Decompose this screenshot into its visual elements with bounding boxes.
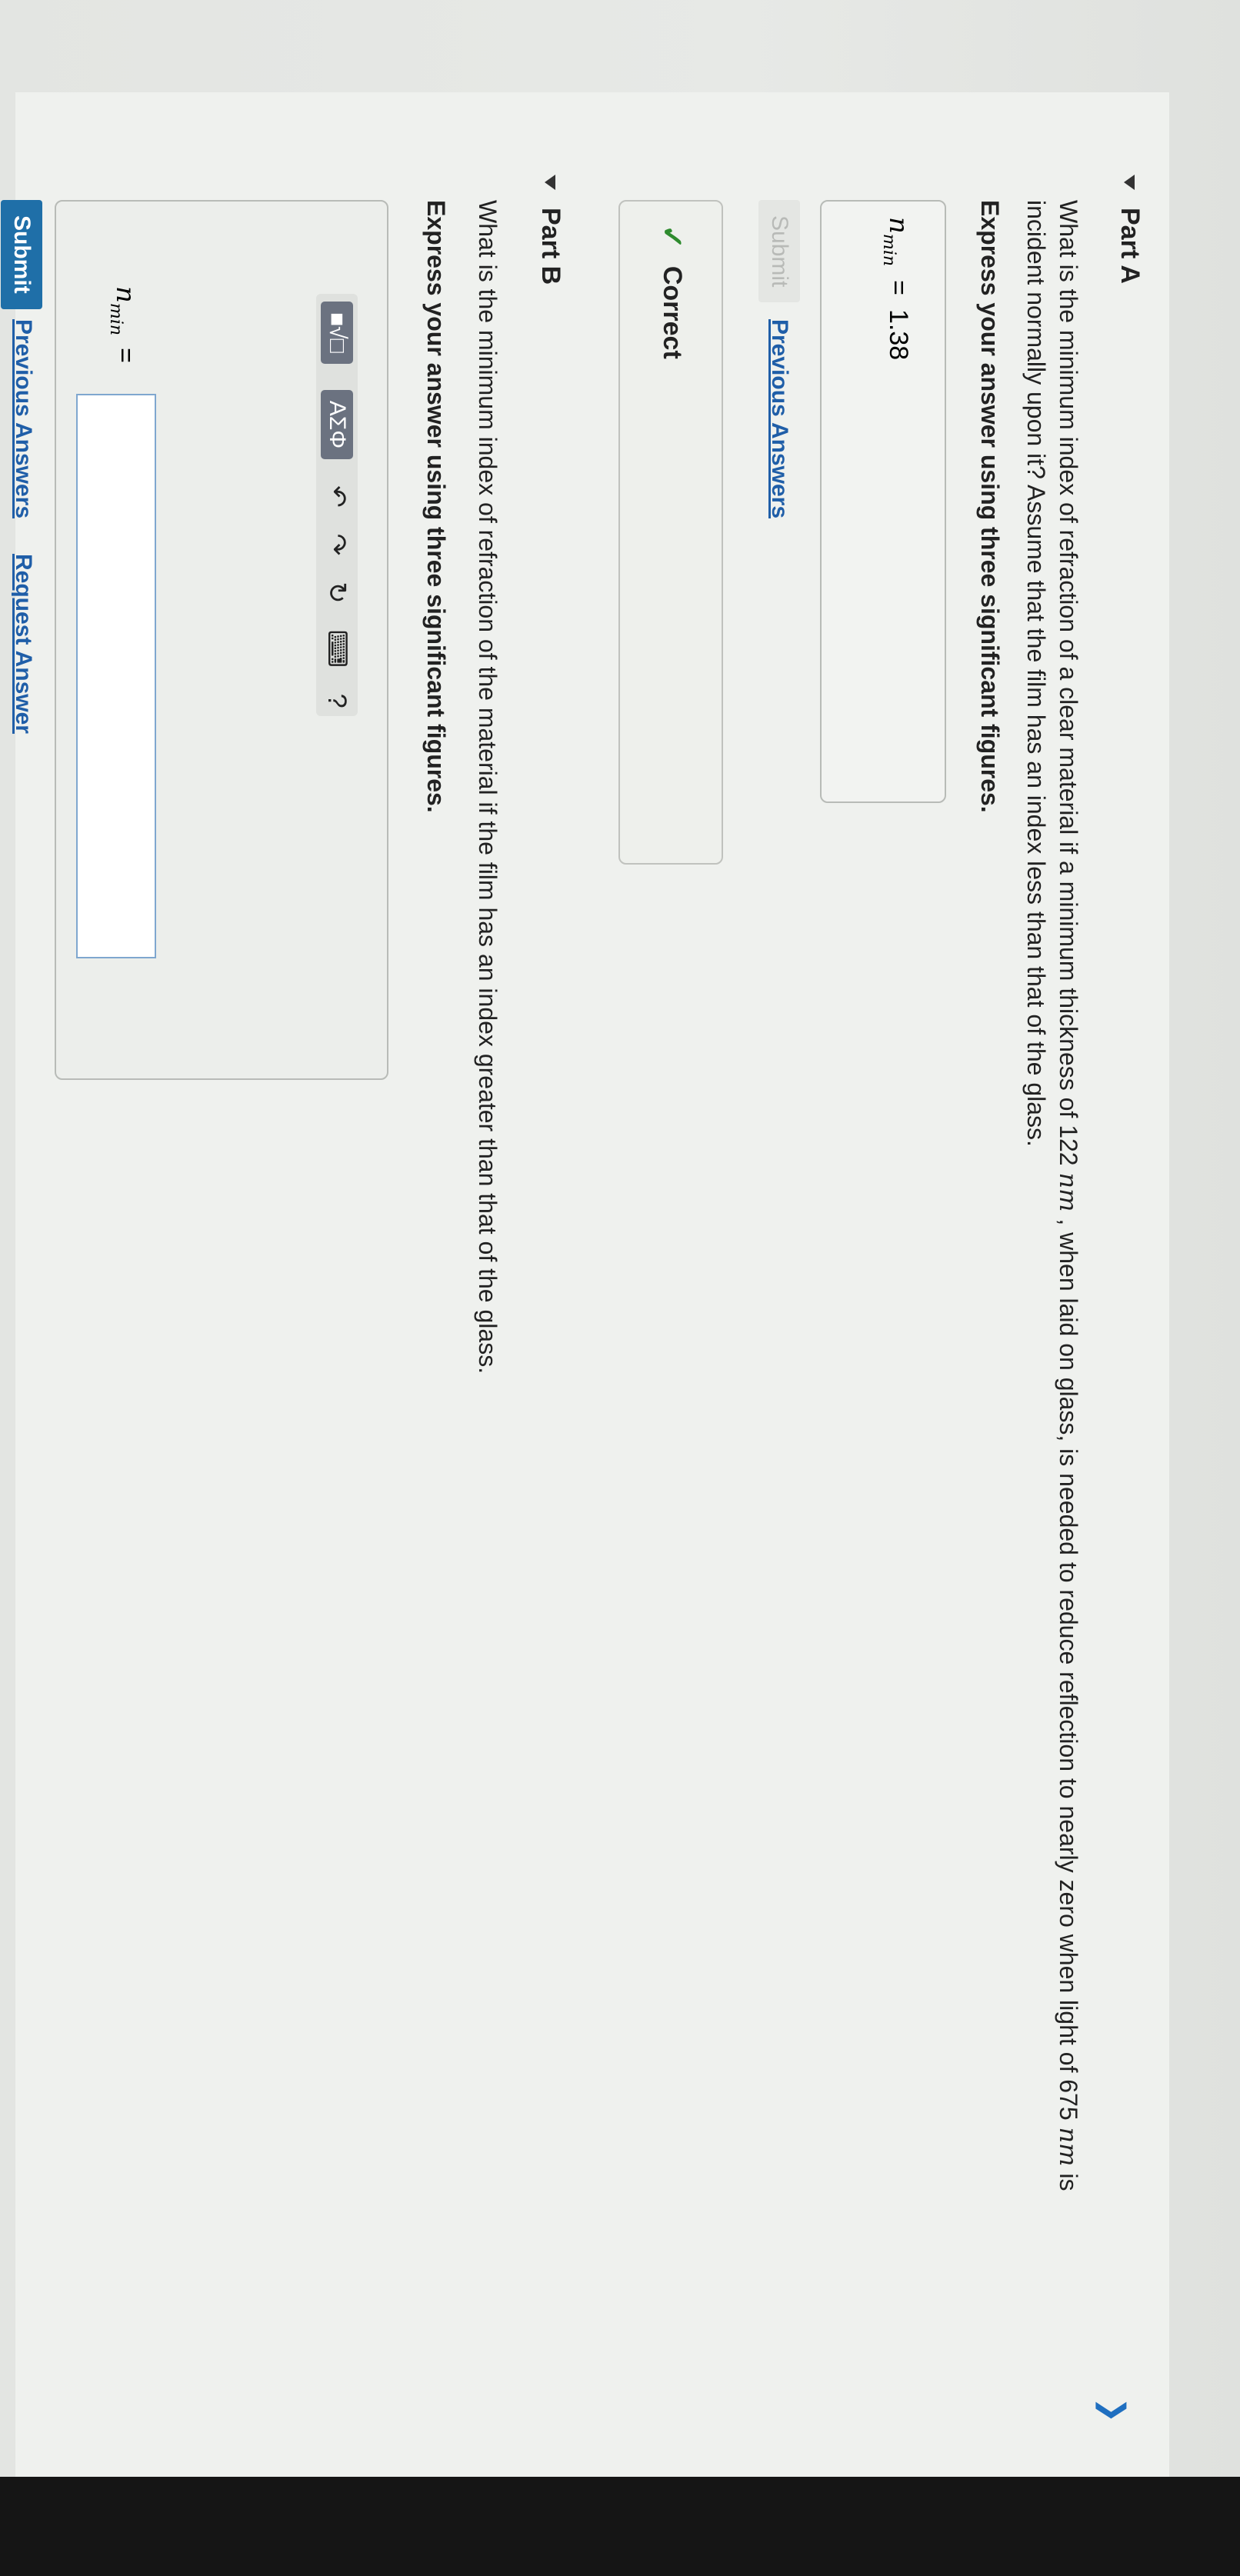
templates-button[interactable]: ■√□ <box>321 302 353 364</box>
reset-icon[interactable]: ↻ <box>322 582 352 604</box>
n-min-label: nmin <box>879 217 914 267</box>
n-min-answer-input[interactable] <box>76 394 156 958</box>
part-a-instruction: Express your answer using three signific… <box>976 200 1004 813</box>
part-b-answer-box: ■√□ ΑΣΦ ↶ ↷ ↻ ⌨ ? nmin = <box>55 200 388 1080</box>
part-a-submit-button: Submit <box>758 200 800 303</box>
part-b-instruction: Express your answer using three signific… <box>422 200 450 813</box>
part-b-submit-button[interactable]: Submit <box>1 200 42 309</box>
part-b-title: Part B <box>536 208 565 285</box>
part-a-answer-box: nmin = 1.38 <box>820 200 946 803</box>
expand-triangle-icon <box>545 175 556 190</box>
part-a-title: Part A <box>1115 208 1145 284</box>
correct-feedback-box: ✓ Correct <box>618 200 723 865</box>
mastering-page: ❯ Part A What is the minimum index of re… <box>1 92 1169 2477</box>
collapse-chevron-icon[interactable]: ❯ <box>1095 2397 1131 2423</box>
help-icon[interactable]: ? <box>322 694 352 708</box>
greek-symbols-button[interactable]: ΑΣΦ <box>321 389 353 460</box>
redo-icon[interactable]: ↷ <box>322 534 352 556</box>
n-min-row: nmin = <box>106 286 141 364</box>
part-a-answer-value: 1.38 <box>884 309 913 361</box>
part-a-question: What is the minimum index of refraction … <box>1022 200 1083 2191</box>
keyboard-icon[interactable]: ⌨ <box>322 630 352 668</box>
part-a-header[interactable]: Part A <box>1115 175 1145 284</box>
part-a-previous-answers-link[interactable]: Previous Answers <box>766 319 792 518</box>
part-b-header[interactable]: Part B <box>535 175 565 285</box>
request-answer-link[interactable]: Request Answer <box>10 554 36 734</box>
equation-toolbar: ■√□ ΑΣΦ ↶ ↷ ↻ ⌨ ? <box>316 294 358 716</box>
expand-triangle-icon <box>1124 175 1135 190</box>
undo-icon[interactable]: ↶ <box>322 485 352 508</box>
part-b-previous-answers-link[interactable]: Previous Answers <box>10 319 36 518</box>
check-icon: ✓ <box>655 225 688 249</box>
monitor-bezel <box>0 2477 1240 2576</box>
correct-label: Correct <box>658 265 687 359</box>
part-b-question: What is the minimum index of refraction … <box>474 200 502 1375</box>
n-min-label: nmin <box>106 286 141 336</box>
